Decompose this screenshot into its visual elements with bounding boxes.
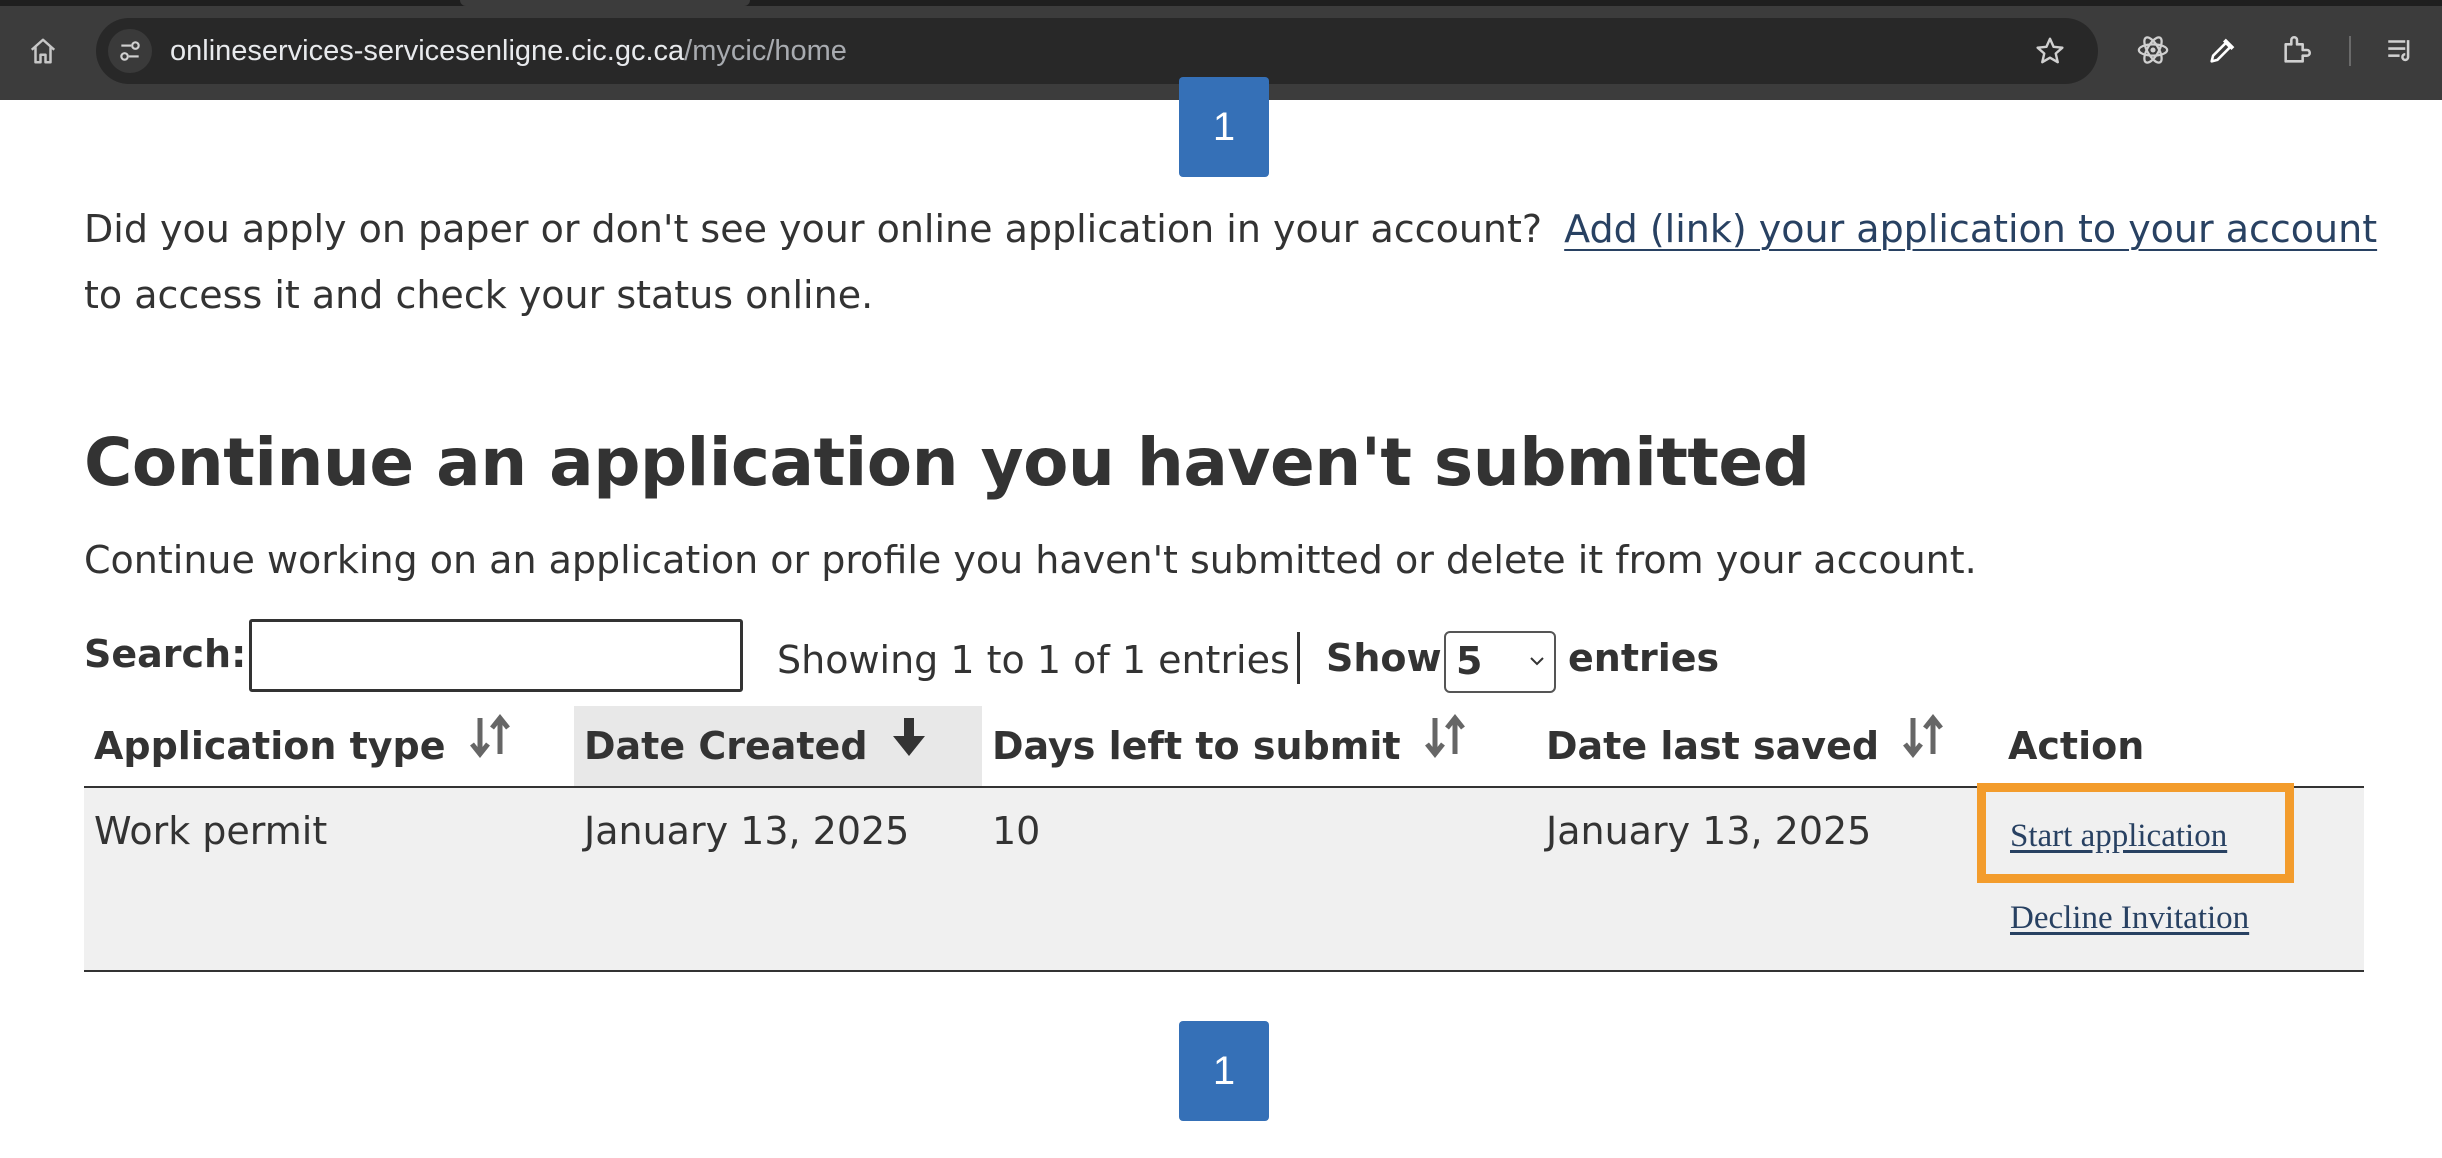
intro-text: Did you apply on paper or don't see your… — [84, 207, 1543, 251]
header-days-left[interactable]: Days left to submit — [982, 706, 1536, 786]
controls-divider — [1297, 632, 1300, 684]
header-application-type[interactable]: Application type — [84, 706, 574, 786]
url-text[interactable]: onlineservices-servicesenligne.cic.gc.ca… — [170, 18, 847, 84]
section-heading: Continue an application you haven't subm… — [84, 424, 1810, 501]
intro-suffix: to access it and check your status onlin… — [84, 273, 874, 317]
sort-desc-icon — [891, 705, 927, 785]
sort-both-icon — [1902, 705, 1944, 785]
cell-days-left: 10 — [992, 809, 1041, 853]
header-label: Application type — [94, 724, 446, 768]
url-host: onlineservices-servicesenligne.cic.gc.ca — [170, 35, 685, 67]
extensions-icon[interactable] — [2277, 30, 2317, 70]
url-path: /mycic/home — [684, 35, 847, 67]
search-label: Search: — [84, 632, 247, 676]
sort-both-icon — [1424, 705, 1466, 785]
intro-paragraph: Did you apply on paper or don't see your… — [84, 196, 2384, 328]
show-label: Show — [1326, 636, 1442, 680]
address-bar[interactable]: onlineservices-servicesenligne.cic.gc.ca… — [96, 18, 2098, 84]
pagination-page-1-top[interactable]: 1 — [1179, 77, 1269, 177]
header-label: Date Created — [584, 724, 868, 768]
reading-list-icon[interactable] — [2381, 30, 2421, 70]
home-icon[interactable] — [22, 30, 64, 72]
cell-application-type: Work permit — [94, 809, 328, 853]
page-size-select[interactable]: 5 — [1444, 631, 1556, 693]
pagination-page-1-bottom[interactable]: 1 — [1179, 1021, 1269, 1121]
react-devtools-icon[interactable] — [2133, 30, 2173, 70]
header-action: Action — [2008, 724, 2145, 768]
sort-both-icon — [469, 705, 511, 785]
search-input[interactable] — [249, 619, 743, 692]
active-tab-edge[interactable] — [460, 0, 750, 6]
add-application-link[interactable]: Add (link) your application to your acco… — [1564, 207, 2377, 251]
eyedropper-icon[interactable] — [2203, 30, 2243, 70]
star-icon[interactable] — [2032, 33, 2068, 69]
header-label: Date last saved — [1546, 724, 1880, 768]
header-date-last-saved[interactable]: Date last saved — [1536, 706, 1998, 786]
header-date-created[interactable]: Date Created — [574, 706, 982, 786]
header-label: Days left to submit — [992, 724, 1401, 768]
entries-info: Showing 1 to 1 of 1 entries — [777, 638, 1290, 682]
tab-strip — [0, 0, 2442, 6]
site-info-icon[interactable] — [108, 29, 152, 73]
entries-label: entries — [1568, 636, 1720, 680]
chevron-down-icon — [1528, 653, 1546, 672]
toolbar-separator — [2349, 36, 2351, 66]
section-description: Continue working on an application or pr… — [84, 538, 1977, 582]
page-size-value: 5 — [1456, 639, 1483, 683]
table-header-row: Application type Date Created Days left … — [84, 706, 2364, 788]
start-application-link[interactable]: Start application — [2010, 818, 2227, 855]
cell-date-last-saved: January 13, 2025 — [1546, 809, 1872, 853]
decline-invitation-link[interactable]: Decline Invitation — [2010, 900, 2249, 937]
cell-date-created: January 13, 2025 — [584, 809, 910, 853]
